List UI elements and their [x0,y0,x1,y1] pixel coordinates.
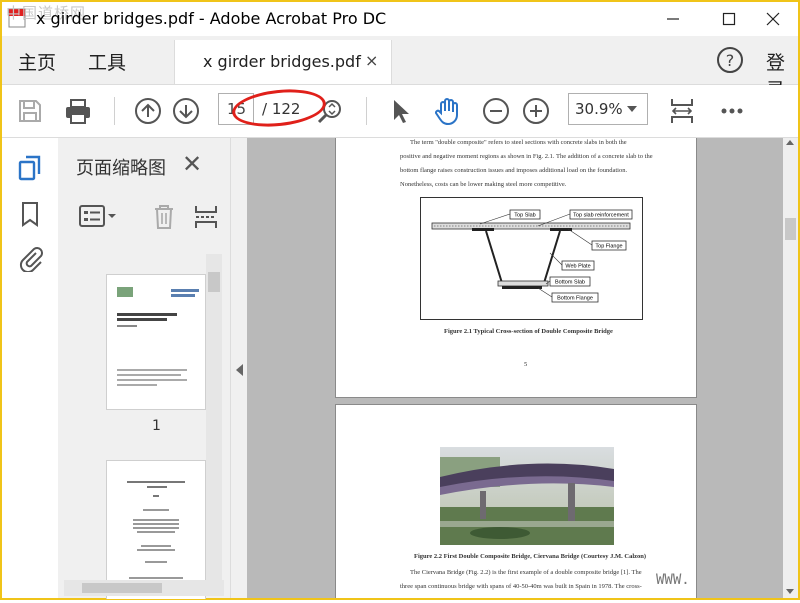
title-bar: 中国道桥网 x girder bridges.pdf - Adobe Acrob… [2,2,798,36]
chevron-down-icon [627,106,637,112]
document-page-6: Figure 2.2 First Double Composite Bridge… [335,404,697,598]
window-title: x girder bridges.pdf - Adobe Acrobat Pro… [36,9,387,28]
thumbnails-scrollbar[interactable] [206,254,222,580]
corner-watermark: WWW. [656,572,690,588]
thumbnail-1-content [117,287,199,386]
page-thumbnail-2[interactable] [106,460,206,599]
help-icon[interactable]: ? [716,46,744,74]
page-text-line: The term "double composite" refers to st… [410,139,627,146]
figure-2-2-caption: Figure 2.2 First Double Composite Bridge… [414,553,647,560]
zoom-level-value: 30.9% [575,100,623,118]
page-thumbnail-1[interactable] [106,274,206,410]
page-number-label: 5 [524,361,528,368]
plus-circle-icon [523,98,549,124]
close-window-button[interactable] [750,4,796,34]
document-page-5: The term "double composite" refers to st… [335,138,697,398]
navigation-rail [2,138,59,598]
extract-pages-icon[interactable] [192,202,220,230]
toolbar-separator [366,97,367,125]
thumbnails-horizontal-scrollbar[interactable] [64,580,224,596]
thumbnails-horizontal-scroll-thumb[interactable] [82,583,162,593]
page-text-line: The Ciervana Bridge (Fig. 2.2) is the fi… [410,569,642,576]
document-tab-label: x girder bridges.pdf [203,52,361,71]
next-page-button[interactable] [170,95,202,127]
menu-tab-row: 主页 工具 x girder bridges.pdf × ? 登录 [2,36,798,101]
label-bottom-slab: Bottom Slab [555,280,585,286]
close-panel-icon[interactable]: ✕ [182,150,202,178]
scroll-down-icon[interactable] [786,589,794,594]
page-text-line: Nonetheless, costs can be lower making s… [400,181,567,188]
save-button[interactable] [14,95,46,127]
document-view[interactable]: The term "double composite" refers to st… [247,138,783,598]
bridge-photo [440,447,614,545]
collapse-left-icon [236,364,243,376]
hand-icon [435,98,458,126]
minimize-icon [667,18,679,20]
select-tool-button[interactable] [384,95,416,127]
scroll-up-icon[interactable] [786,140,794,145]
toolbar-separator [114,97,115,125]
zoom-in-button[interactable] [520,95,552,127]
bookmark-icon[interactable] [16,200,44,228]
thumbnails-scroll-thumb[interactable] [208,272,220,292]
page-text-line: positive and negative moment regions as … [400,153,653,160]
page-text-line: bottom flange raises construction issues… [400,167,628,174]
label-top-slab-reinforcement: Top slab reinforcement [573,213,629,219]
figure-2-1-caption: Figure 2.1 Typical Cross-section of Doub… [444,328,613,335]
thumbnails-panel-title: 页面缩略图 [76,158,166,179]
maximize-button[interactable] [706,4,752,34]
help-glyph: ? [726,51,735,70]
print-button[interactable] [62,95,94,127]
arrow-up-circle-icon [135,98,161,124]
document-tab[interactable]: x girder bridges.pdf × [174,40,392,84]
hand-tool-button[interactable] [432,95,464,127]
main-toolbar [2,85,798,138]
cursor-arrow-icon [394,100,409,123]
label-bottom-flange: Bottom Flange [557,296,593,302]
zoom-out-button[interactable] [480,95,512,127]
attachment-paperclip-icon[interactable] [16,244,44,272]
collapse-panel-handle[interactable] [230,138,247,598]
thumbnail-options-icon[interactable] [78,202,118,230]
minimize-button[interactable] [650,4,696,34]
zoom-level-dropdown[interactable]: 30.9% [568,93,648,125]
fit-width-icon [671,99,693,123]
arrow-down-circle-icon [173,98,199,124]
label-top-slab: Top Slab [514,213,535,219]
save-icon [19,100,41,122]
close-icon [766,12,780,26]
cross-section-diagram: Top Slab Top slab reinforcement Top Flan… [420,197,643,320]
label-web-plate: Web Plate [565,264,590,270]
minus-circle-icon [483,98,509,124]
previous-page-button[interactable] [132,95,164,127]
document-vertical-scrollbar[interactable] [783,138,798,598]
document-scroll-thumb[interactable] [785,218,796,240]
tools-menu[interactable]: 工具 [88,48,126,75]
more-dots-icon [721,108,743,114]
thumbnail-1-number: 1 [152,418,161,434]
thumbnail-2-content [127,481,185,584]
print-icon [66,99,90,124]
home-menu[interactable]: 主页 [18,48,56,75]
fit-page-button[interactable] [666,95,698,127]
label-top-flange: Top Flange [595,244,622,250]
page-thumbnails-panel: 页面缩略图 ✕ 1 [58,138,230,599]
maximize-icon [722,12,736,26]
page-text-line: three span continuous bridge with spans … [400,583,642,590]
document-tab-close-icon[interactable]: × [365,51,378,70]
delete-trash-icon[interactable] [150,202,178,230]
more-tools-button[interactable] [716,95,748,127]
page-thumbnails-icon[interactable] [16,154,44,182]
